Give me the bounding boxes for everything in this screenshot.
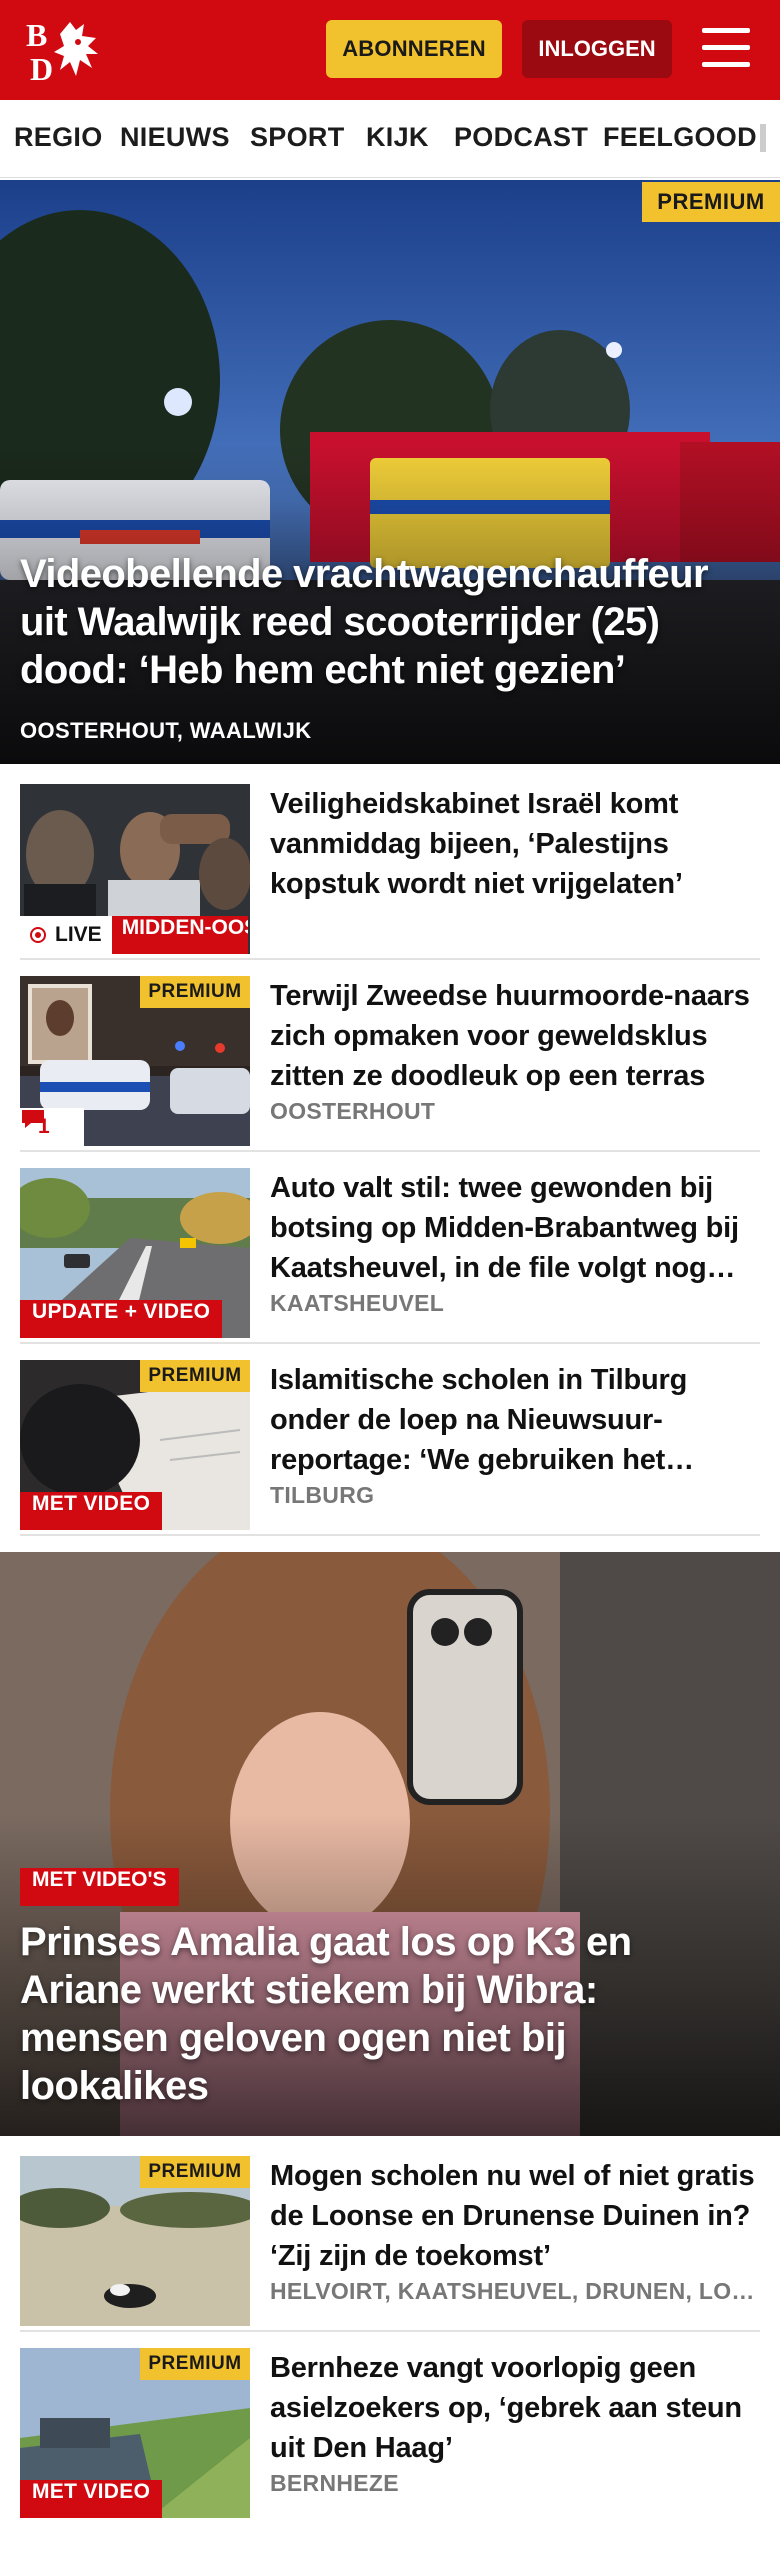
- category-tag: MIDDEN-OOSTEN: [111, 916, 248, 954]
- nav-overflow-indicator: [760, 124, 766, 152]
- article-thumbnail: LIVE MIDDEN-OOSTEN: [20, 784, 250, 954]
- premium-badge: PREMIUM: [140, 976, 250, 1008]
- hero-location: OOSTERHOUT, WAALWIJK: [20, 718, 312, 743]
- premium-badge: PREMIUM: [140, 2156, 250, 2188]
- article-headline[interactable]: Islamitische scholen in Tilburg onder de…: [270, 1360, 760, 1480]
- feature-article[interactable]: MET VIDEO'S Prinses Amalia gaat los op K…: [0, 1552, 780, 2136]
- menu-icon[interactable]: [702, 26, 750, 70]
- article-headline[interactable]: Auto valt stil: twee gewonden bij botsin…: [270, 1168, 760, 1288]
- list-item[interactable]: PREMIUM MET VIDEO Islamitische scholen i…: [20, 1360, 760, 1536]
- article-location: OOSTERHOUT: [270, 1098, 436, 1124]
- article-thumbnail: PREMIUM MET VIDEO: [20, 1360, 250, 1530]
- premium-badge: PREMIUM: [140, 2348, 250, 2380]
- nav-item-feelgood[interactable]: FEELGOOD: [603, 122, 757, 153]
- category-tag: UPDATE + VIDEO: [20, 1300, 223, 1338]
- list-item[interactable]: PREMIUM MET VIDEO Bernheze vangt voorlop…: [20, 2348, 760, 2518]
- hero-article[interactable]: PREMIUM Videobellende vrachtwagenchauffe…: [0, 180, 780, 764]
- list-item[interactable]: PREMIUM 1 Terwijl Zweedse huurmoorde-naa…: [20, 976, 760, 1152]
- premium-badge: PREMIUM: [642, 182, 780, 222]
- comment-icon: [22, 1110, 44, 1128]
- category-tag: MET VIDEO: [20, 2480, 163, 2518]
- live-indicator: LIVE MIDDEN-OOSTEN: [20, 916, 248, 954]
- section-nav: REGIO NIEUWS SPORT KIJK PODCAST FEELGOOD: [0, 100, 780, 178]
- live-label: LIVE: [55, 923, 102, 946]
- article-location: KAATSHEUVEL: [270, 1290, 445, 1316]
- article-location: TILBURG: [270, 1482, 375, 1508]
- category-tag: MET VIDEO: [20, 1492, 163, 1530]
- bd-logo[interactable]: B D: [26, 16, 112, 84]
- list-item[interactable]: LIVE MIDDEN-OOSTEN Veiligheidskabinet Is…: [20, 784, 760, 960]
- article-thumbnail: PREMIUM 1: [20, 976, 250, 1146]
- article-headline[interactable]: Mogen scholen nu wel of niet gratis de L…: [270, 2156, 760, 2276]
- article-headline[interactable]: Bernheze vangt voorlopig geen asielzoeke…: [270, 2348, 760, 2468]
- nav-item-nieuws[interactable]: NIEUWS: [120, 122, 230, 153]
- article-thumbnail: PREMIUM MET VIDEO: [20, 2348, 250, 2518]
- article-location: BERNHEZE: [270, 2470, 399, 2496]
- list-item[interactable]: UPDATE + VIDEO Auto valt stil: twee gewo…: [20, 1168, 760, 1344]
- category-tag: MET VIDEO'S: [20, 1868, 179, 1906]
- feature-headline[interactable]: Prinses Amalia gaat los op K3 en Ariane …: [20, 1918, 720, 2110]
- comment-counter[interactable]: 1: [20, 1108, 84, 1146]
- article-headline[interactable]: Terwijl Zweedse huurmoorde-naars zich op…: [270, 976, 760, 1096]
- svg-text:D: D: [30, 51, 53, 84]
- nav-item-podcast[interactable]: PODCAST: [454, 122, 588, 153]
- article-headline[interactable]: Veiligheidskabinet Israël komt vanmiddag…: [270, 784, 760, 904]
- article-location: HELVOIRT, KAATSHEUVEL, DRUNEN, LOON OP Z…: [270, 2278, 760, 2304]
- nav-item-kijk[interactable]: KIJK: [366, 122, 429, 153]
- nav-item-regio[interactable]: REGIO: [14, 122, 103, 153]
- subscribe-button[interactable]: ABONNEREN: [326, 20, 502, 78]
- nav-item-sport[interactable]: SPORT: [250, 122, 345, 153]
- site-header: B D ABONNEREN INLOGGEN: [0, 0, 780, 100]
- login-button[interactable]: INLOGGEN: [522, 20, 672, 78]
- article-thumbnail: UPDATE + VIDEO: [20, 1168, 250, 1338]
- premium-badge: PREMIUM: [140, 1360, 250, 1392]
- list-item[interactable]: PREMIUM Mogen scholen nu wel of niet gra…: [20, 2156, 760, 2332]
- svg-text:B: B: [26, 17, 47, 53]
- article-thumbnail: PREMIUM: [20, 2156, 250, 2326]
- hero-headline[interactable]: Videobellende vrachtwagenchauffeur uit W…: [20, 550, 760, 694]
- live-icon: [30, 927, 46, 943]
